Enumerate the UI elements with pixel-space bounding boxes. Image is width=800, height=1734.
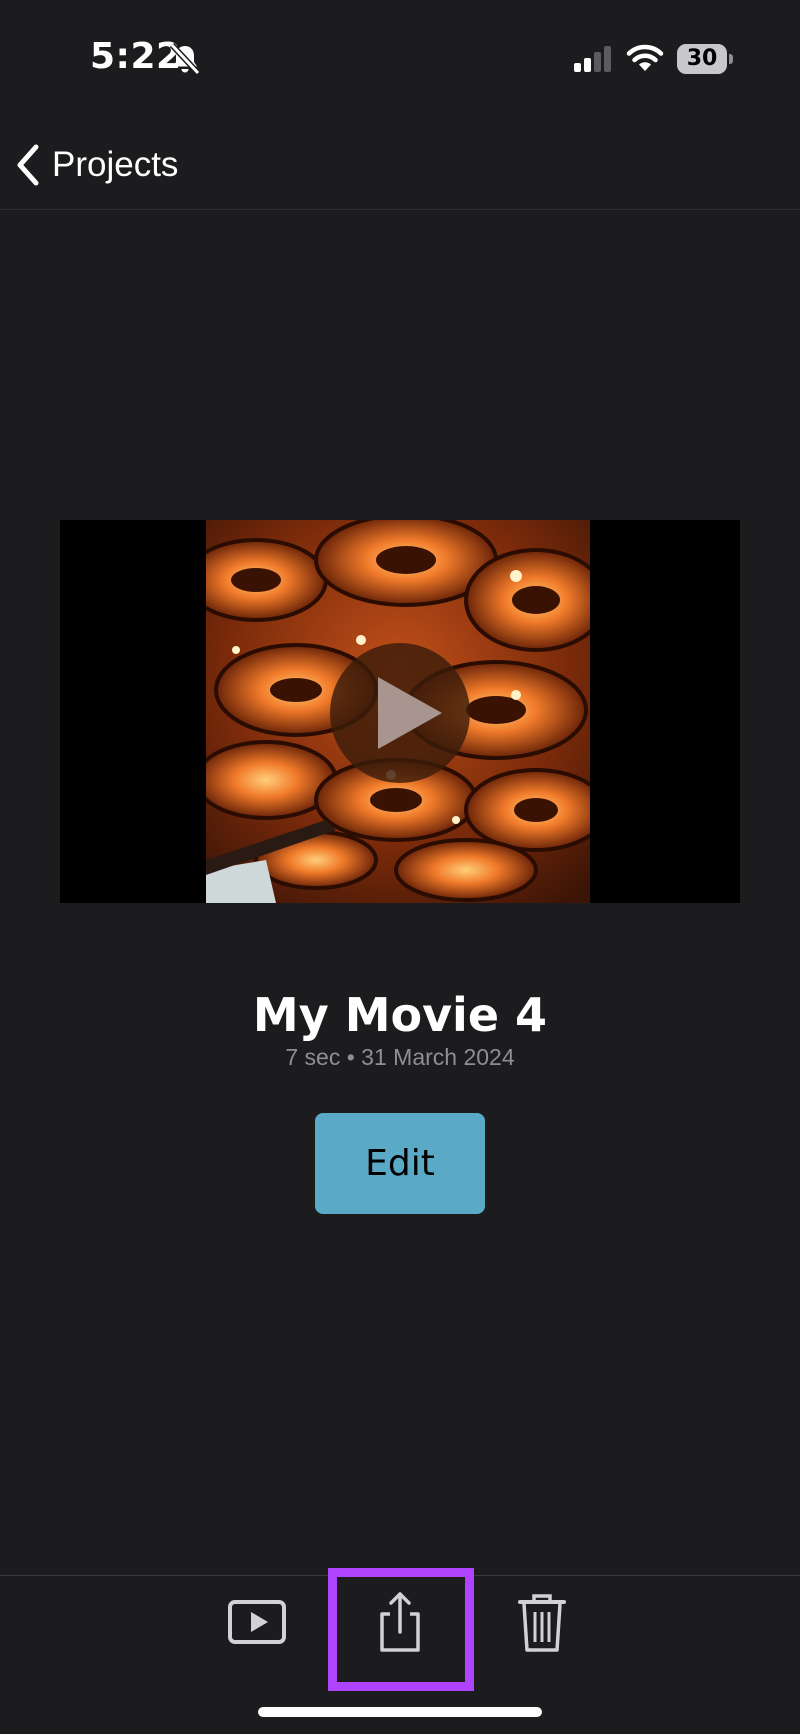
battery-level: 30 [677, 44, 727, 74]
edit-button[interactable]: Edit [315, 1113, 485, 1214]
battery-icon: 30 [677, 44, 733, 74]
play-icon [228, 1600, 286, 1644]
home-indicator[interactable] [258, 1707, 542, 1717]
trash-icon [518, 1594, 566, 1652]
back-button[interactable]: Projects [14, 140, 178, 190]
delete-button[interactable] [502, 1590, 582, 1654]
project-title: My Movie 4 [252, 988, 548, 1042]
chevron-left-icon [17, 144, 39, 186]
back-label: Projects [52, 145, 179, 184]
nav-divider [0, 209, 800, 210]
bell-slash-icon [169, 42, 201, 76]
project-meta: 7 sec • 31 March 2024 [285, 1044, 515, 1070]
video-preview[interactable] [60, 520, 740, 903]
share-highlight-box [328, 1568, 474, 1691]
play-overlay-button[interactable] [330, 643, 470, 783]
cellular-signal-icon [574, 46, 611, 72]
play-triangle-icon [378, 677, 442, 749]
play-button[interactable] [218, 1590, 298, 1654]
wifi-icon [626, 44, 664, 71]
